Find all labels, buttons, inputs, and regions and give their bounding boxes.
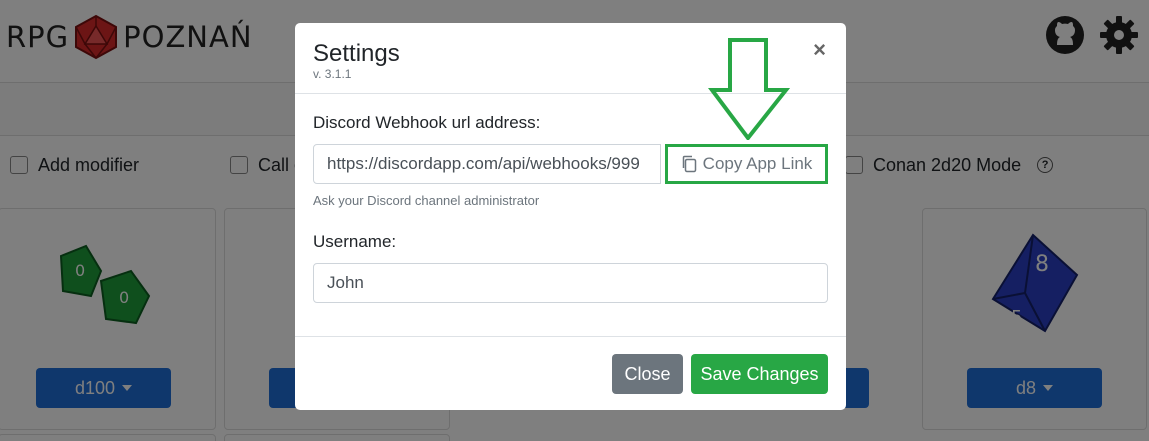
- webhook-label: Discord Webhook url address:: [313, 113, 541, 132]
- copy-button-label: Copy App Link: [702, 154, 813, 173]
- close-button[interactable]: Close: [612, 354, 683, 394]
- username-input[interactable]: John: [313, 263, 828, 303]
- username-label: Username:: [313, 232, 397, 251]
- copy-icon: [682, 155, 696, 173]
- webhook-help-text: Ask your Discord channel administrator: [313, 193, 540, 208]
- modal-footer: Close Save Changes: [295, 336, 846, 410]
- close-icon[interactable]: ×: [813, 37, 826, 63]
- copy-app-link-button[interactable]: Copy App Link: [665, 144, 828, 184]
- modal-title: Settings: [313, 40, 400, 67]
- webhook-url-input[interactable]: https://discordapp.com/api/webhooks/999: [313, 144, 661, 184]
- annotation-arrow-icon: [708, 38, 790, 140]
- save-changes-button[interactable]: Save Changes: [691, 354, 828, 394]
- version-label: v. 3.1.1: [313, 67, 352, 81]
